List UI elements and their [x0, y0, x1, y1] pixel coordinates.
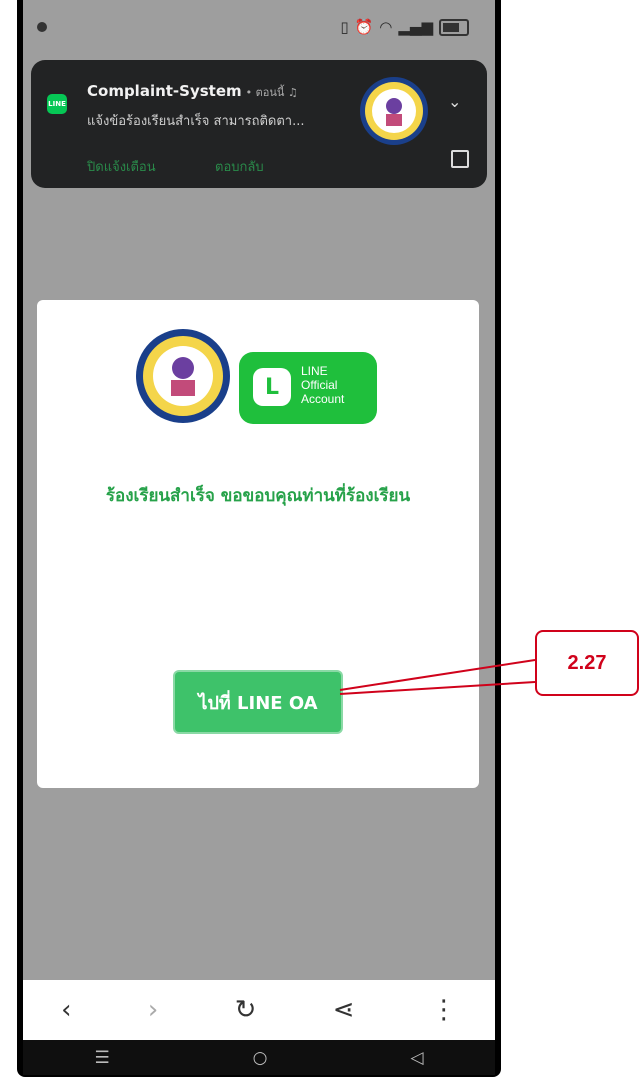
open-app-icon[interactable]: [451, 150, 469, 168]
alarm-icon: ⏰: [354, 18, 374, 36]
success-message: ร้องเรียนสำเร็จ ขอขอบคุณท่านที่ร้องเรียน: [105, 486, 411, 506]
annotation-callout: 2.27: [535, 630, 639, 696]
status-icons: ▯ ⏰ ◠ ▂▄▆: [340, 18, 469, 36]
dismiss-notification-button[interactable]: ปิดแจ้งเตือน: [87, 156, 156, 177]
system-back-button[interactable]: ◁: [410, 1048, 423, 1068]
app-icon-text: LINE: [48, 100, 66, 108]
vibrate-icon: ▯: [340, 18, 349, 36]
menu-button[interactable]: ⋮: [431, 995, 457, 1025]
status-bar: ▯ ⏰ ◠ ▂▄▆: [23, 0, 495, 55]
go-to-line-oa-button[interactable]: ไปที่ LINE OA: [175, 672, 341, 732]
reply-button[interactable]: ตอบกลับ: [215, 156, 264, 177]
browser-toolbar: ‹ › ↻ ⋖ ⋮: [23, 980, 495, 1040]
expand-chevron-icon[interactable]: ⌄: [448, 92, 461, 111]
system-navigation-bar: ☰ ○ ◁: [23, 1040, 495, 1075]
organization-seal-logo: [136, 329, 230, 423]
push-notification[interactable]: LINE Complaint-System • ตอนนี้ ♫ แจ้งข้อร…: [31, 60, 487, 188]
line-badge-label: LINE Official Account: [301, 364, 345, 406]
line-logo-letter: L: [264, 374, 280, 400]
home-button[interactable]: ○: [253, 1048, 268, 1068]
success-card: L LINE Official Account ร้องเรียนสำเร็จ …: [37, 300, 479, 788]
phone-screen: ▯ ⏰ ◠ ▂▄▆ LINE Complaint-System • ตอนนี้ …: [23, 0, 495, 1075]
notification-body: แจ้งข้อร้องเรียนสำเร็จ สามารถติดตา...: [87, 114, 305, 129]
line-app-icon: LINE: [47, 94, 67, 114]
signal-icon: ▂▄▆: [398, 18, 433, 36]
phone-frame: ▯ ⏰ ◠ ▂▄▆ LINE Complaint-System • ตอนนี้ …: [17, 0, 501, 1077]
line-logo-icon: L: [253, 368, 291, 406]
organization-seal-avatar: [360, 77, 428, 145]
battery-icon: [439, 18, 469, 36]
notification-app-name: Complaint-System: [87, 82, 242, 100]
share-button[interactable]: ⋖: [333, 995, 355, 1025]
back-button[interactable]: ‹: [61, 995, 71, 1025]
notification-meta: • ตอนนี้ ♫: [245, 86, 298, 99]
wifi-icon: ◠: [379, 18, 393, 36]
reload-button[interactable]: ↻: [235, 995, 257, 1025]
recents-button[interactable]: ☰: [94, 1048, 109, 1068]
forward-button[interactable]: ›: [148, 995, 158, 1025]
notification-title: Complaint-System • ตอนนี้ ♫: [87, 82, 298, 101]
annotation-label: 2.27: [567, 651, 607, 674]
line-official-account-badge: L LINE Official Account: [239, 352, 377, 424]
notification-dot-icon: [37, 22, 47, 32]
